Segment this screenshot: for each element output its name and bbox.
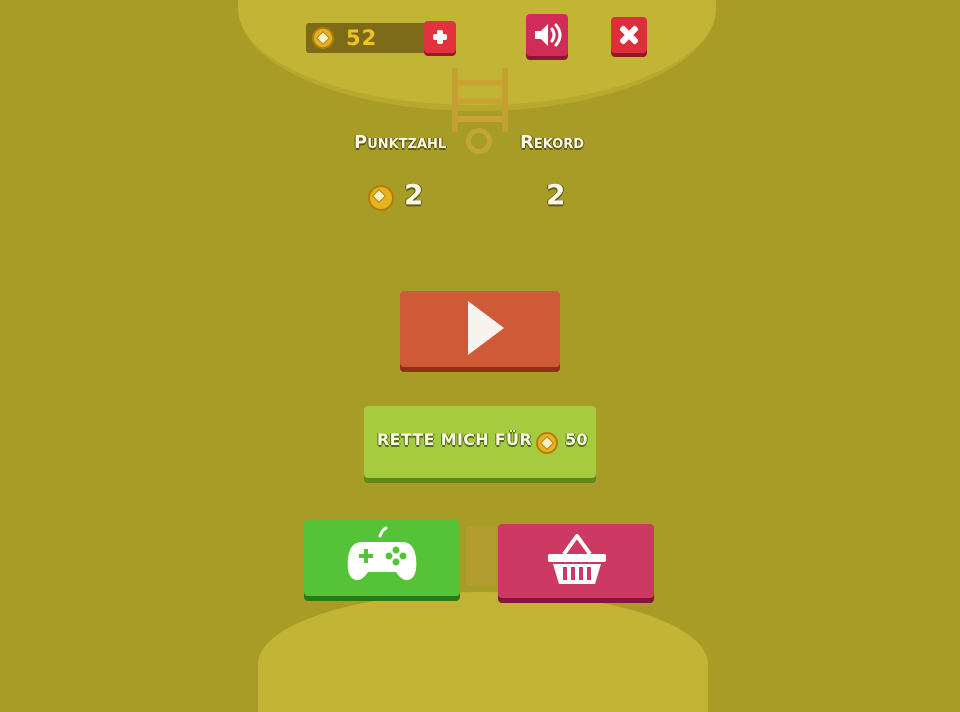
ladder-decoration [452, 68, 508, 132]
sound-toggle-button[interactable] [526, 14, 568, 56]
play-icon [468, 301, 504, 355]
rescue-price: 50 [565, 430, 588, 449]
ladder-decoration-bottom [466, 526, 496, 586]
speaker-icon [535, 23, 562, 47]
record-value: 2 [546, 178, 566, 211]
rescue-label: RETTE MICH FÜR [377, 430, 532, 449]
record-label: Rekord [520, 132, 585, 153]
more-games-button[interactable] [304, 520, 460, 596]
score-coin-icon [368, 185, 394, 211]
coin-count: 52 [346, 26, 378, 50]
background-coin-icon [466, 128, 492, 154]
close-button[interactable] [611, 17, 647, 53]
score-label: Punktzahl [354, 132, 447, 153]
coin-icon [312, 27, 334, 49]
rescue-coin-icon [536, 432, 558, 454]
island-bottom [258, 592, 708, 712]
shop-button[interactable] [498, 524, 654, 598]
rescue-button[interactable]: RETTE MICH FÜR 50 [364, 406, 596, 478]
score-value: 2 [404, 178, 424, 211]
coin-counter: 52 [306, 23, 434, 53]
gamepad-icon [347, 526, 417, 581]
play-button[interactable] [400, 291, 560, 367]
add-coins-button[interactable] [424, 21, 456, 53]
basket-icon [548, 534, 606, 584]
